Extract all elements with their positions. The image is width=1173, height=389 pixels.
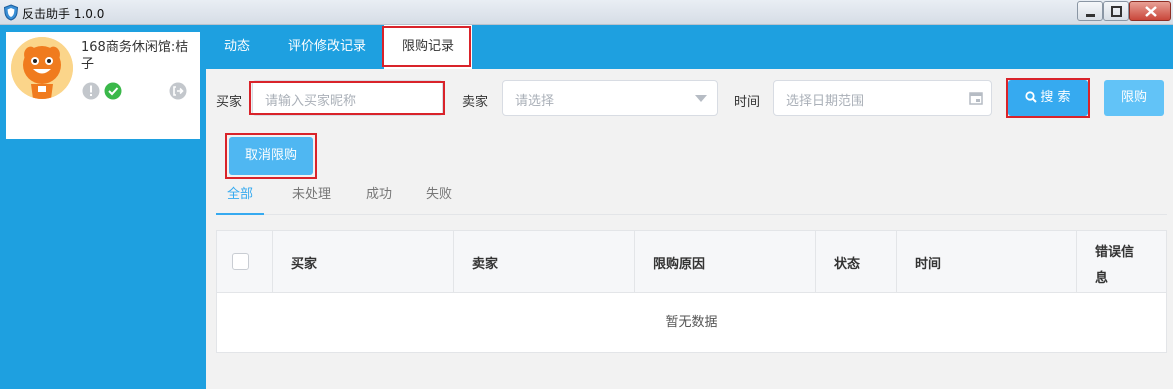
column-status-label: 状态 [834, 257, 861, 272]
search-button-label: 搜 索 [1040, 90, 1071, 105]
time-label: 时间 [734, 95, 761, 110]
column-seller-label: 卖家 [472, 257, 499, 272]
column-buyer[interactable]: 买家 [273, 231, 454, 293]
tab-purchase-limit-records[interactable]: 限购记录 [384, 25, 472, 69]
seller-placeholder: 请选择 [515, 94, 555, 109]
column-seller[interactable]: 卖家 [454, 231, 635, 293]
seller-label: 卖家 [462, 95, 489, 110]
close-icon [1145, 6, 1157, 17]
avatar [11, 37, 73, 99]
buyer-placeholder: 请输入买家昵称 [265, 94, 357, 109]
column-status[interactable]: 状态 [816, 231, 897, 293]
date-range-placeholder: 选择日期范围 [786, 94, 865, 109]
warning-icon[interactable] [82, 82, 100, 100]
table-header: 买家 卖家 限购原因 状态 时间 错误信息 [217, 231, 1166, 293]
subtab-success[interactable]: 成功 [366, 177, 392, 215]
app-shield-icon [3, 4, 19, 21]
column-buyer-label: 买家 [291, 257, 318, 272]
select-all-checkbox[interactable] [232, 253, 249, 270]
tab-review-edit-records[interactable]: 评价修改记录 [272, 25, 382, 69]
search-button[interactable]: 搜 索 [1008, 80, 1088, 116]
column-limit-reason-label: 限购原因 [653, 257, 706, 272]
column-time-label: 时间 [915, 257, 942, 272]
column-time[interactable]: 时间 [897, 231, 1077, 293]
minimize-icon [1086, 14, 1095, 17]
date-range-input[interactable]: 选择日期范围 [773, 80, 992, 116]
mascot-avatar-icon [11, 37, 73, 99]
column-limit-reason[interactable]: 限购原因 [635, 231, 816, 293]
subtab-failed[interactable]: 失败 [426, 177, 452, 215]
top-nav: 动态 评价修改记录 限购记录 [206, 25, 1173, 69]
limit-button[interactable]: 限购 [1104, 80, 1164, 116]
buyer-input[interactable]: 请输入买家昵称 [252, 80, 443, 116]
column-error-info-label: 错误信息 [1095, 245, 1135, 286]
cancel-limit-button[interactable]: 取消限购 [229, 137, 313, 175]
sidebar: 168商务休闲馆:桔子 [0, 25, 206, 389]
check-icon[interactable] [104, 82, 122, 100]
tab-activity[interactable]: 动态 [208, 25, 266, 69]
title-bar: 反击助手 1.0.0 [0, 0, 1173, 25]
select-all-column [217, 231, 273, 293]
search-icon [1025, 91, 1038, 103]
subtab-unprocessed[interactable]: 未处理 [292, 177, 331, 215]
calendar-icon [969, 92, 983, 105]
shop-name: 168商务休闲馆:桔子 [81, 40, 189, 72]
maximize-button[interactable] [1103, 1, 1129, 21]
column-error-info[interactable]: 错误信息 [1077, 231, 1166, 293]
records-table: 买家 卖家 限购原因 状态 时间 错误信息 暂无数据 [216, 230, 1167, 353]
chevron-down-icon [695, 95, 707, 102]
seller-select[interactable]: 请选择 [502, 80, 718, 116]
close-button[interactable] [1129, 1, 1171, 21]
subtab-all[interactable]: 全部 [216, 177, 264, 215]
status-icons [82, 82, 194, 102]
main-content: 买家 请输入买家昵称 卖家 请选择 时间 选择日期范围 搜 索 限购 取消限购 … [206, 69, 1173, 389]
buyer-label: 买家 [216, 95, 243, 110]
window-title: 反击助手 1.0.0 [22, 7, 105, 21]
maximize-icon [1111, 6, 1122, 17]
minimize-button[interactable] [1077, 1, 1103, 21]
logout-icon[interactable] [169, 82, 187, 100]
shop-profile-card: 168商务休闲馆:桔子 [6, 32, 200, 139]
empty-state-text: 暂无数据 [665, 315, 718, 330]
status-filter-tabs: 全部 未处理 成功 失败 [216, 177, 1167, 215]
